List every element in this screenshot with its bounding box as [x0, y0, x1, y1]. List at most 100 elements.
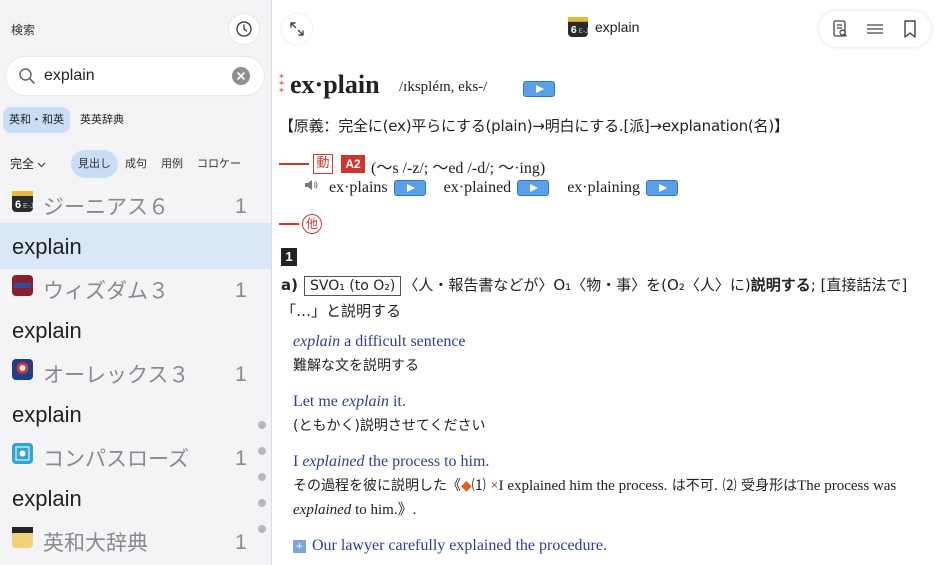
sense-number: 1: [281, 248, 297, 266]
example-text: the process to him.: [364, 453, 490, 470]
result-row[interactable]: explain: [0, 307, 271, 353]
result-count: 1: [235, 195, 247, 218]
scroll-indicator[interactable]: [258, 421, 268, 551]
svg-text:6: 6: [571, 25, 577, 36]
example-en: + Our lawyer carefully explained the proc…: [293, 534, 923, 558]
note-example: The process was: [797, 478, 897, 494]
dictionary-tabs: 英和・和英 英英辞典: [3, 107, 130, 133]
clear-search-button[interactable]: [232, 67, 250, 85]
dictionary-header: コンパスローズ 1: [0, 437, 271, 475]
example-text: Our lawyer carefully explained the proce…: [312, 537, 607, 554]
result-word: explain: [12, 318, 82, 343]
entry-pane: 6 E-J explain * * * ex·plain /ɪkspléɪn, eks…: [272, 0, 937, 565]
tab-eiei[interactable]: 英英辞典: [74, 107, 130, 133]
scroll-dot: [258, 525, 266, 533]
dictionary-name: 英和大辞典: [43, 532, 148, 555]
result-list: 6 E-J ジーニアス６ 1 explain ウィズダム３ 1 explain オ…: [0, 185, 271, 559]
diamond-icon: ◆: [461, 478, 472, 494]
expand-plus-icon[interactable]: +: [293, 539, 306, 553]
match-mode-select[interactable]: 完全: [10, 155, 46, 172]
wisdom-dict-icon: [12, 275, 33, 296]
example-ja: (ともかく)説明させてください: [293, 418, 486, 434]
play-audio-button[interactable]: [517, 180, 550, 197]
scroll-dot: [258, 499, 266, 507]
play-audio-button[interactable]: [523, 81, 555, 97]
etymology: 【原義：完全に(ex)平らにする(plain)→明白にする.[派]→explan…: [279, 117, 789, 135]
filter-row: 完全 見出し 成句 用例 コロケー: [0, 150, 271, 178]
tab-eiwa-waei[interactable]: 英和・和英: [3, 107, 70, 133]
clock-icon: [236, 21, 252, 37]
result-row[interactable]: explain: [0, 223, 271, 269]
entry-toolbar: [819, 11, 931, 47]
dictionary-header: 6 E-J ジーニアス６ 1: [0, 185, 271, 223]
level-badge: A2: [341, 155, 365, 173]
form-text: ex·plains: [329, 179, 388, 196]
note-text: は不可. ⑵ 受身形は: [667, 478, 798, 494]
play-audio-button[interactable]: [646, 180, 679, 197]
result-count: 1: [235, 279, 247, 302]
note-example-keyword: explained: [293, 502, 352, 518]
example-en: explain a difficult sentence: [293, 330, 923, 354]
example-en: Let me explain it.: [293, 390, 923, 414]
menu-button[interactable]: [865, 19, 885, 39]
example-keyword: explain: [293, 333, 341, 350]
note-number: ⑴: [471, 478, 491, 494]
random-house-dict-icon: [12, 527, 33, 548]
pattern-box: SVO₁ (to O₂): [303, 276, 402, 296]
usage-note: その過程を彼に説明した《◆⑴ ×I explained him the proc…: [293, 474, 923, 522]
result-word: explain: [12, 234, 82, 259]
examples: explain a difficult sentence 難解な文を説明する L…: [293, 330, 923, 565]
tab-idiom[interactable]: 成句: [118, 150, 154, 178]
example: I explained the process to him. その過程を彼に説…: [293, 450, 923, 522]
example: Let me explain it. (ともかく)説明させてください: [293, 390, 923, 438]
result-word: explain: [12, 486, 82, 511]
sidebar-header: 検索: [0, 0, 271, 56]
bookmark-button[interactable]: [900, 19, 920, 39]
compass-dict-icon: [12, 443, 33, 464]
example-text: a difficult sentence: [340, 333, 466, 350]
sense-label: a): [281, 276, 298, 294]
result-row[interactable]: explain: [0, 391, 271, 437]
result-word: explain: [12, 402, 82, 427]
scroll-dot: [258, 473, 266, 481]
search-icon: [19, 68, 35, 84]
note-text: その過程を彼に説明した《: [293, 478, 461, 494]
bookmark-icon: [904, 20, 916, 38]
example: explain a difficult sentence 難解な文を説明する: [293, 330, 923, 378]
tab-example[interactable]: 用例: [154, 150, 190, 178]
history-button[interactable]: [229, 14, 259, 44]
lex-dict-icon: [12, 359, 33, 380]
collapsed-example[interactable]: + Our lawyer carefully explained the proc…: [293, 534, 923, 558]
expand-icon: [290, 22, 304, 36]
example-text: it.: [388, 393, 406, 410]
result-row[interactable]: explain: [0, 475, 271, 521]
divider: [279, 223, 299, 225]
match-mode-label: 完全: [10, 157, 35, 171]
expand-button[interactable]: [282, 14, 312, 44]
search-box[interactable]: [6, 57, 264, 95]
dictionary-header: オーレックス３ 1: [0, 353, 271, 391]
dictionary-header: ウィズダム３ 1: [0, 269, 271, 307]
example-keyword: explained: [302, 453, 365, 470]
form-text: ex·plaining: [567, 179, 641, 196]
svg-text:E-J: E-J: [578, 28, 588, 35]
example-text: I: [293, 453, 303, 470]
svg-text:6: 6: [15, 199, 21, 211]
transitive-badge: 他: [302, 214, 322, 234]
importance-star-icon: * * *: [279, 73, 284, 98]
document-search-button[interactable]: [830, 19, 850, 39]
play-audio-button[interactable]: [393, 180, 426, 197]
close-icon: [237, 72, 245, 80]
dictionary-name: コンパスローズ: [43, 448, 189, 471]
example-en: I explained the process to him.: [293, 450, 923, 474]
pronunciation: /ɪkspléɪn, eks-/: [399, 79, 488, 95]
dictionary-header: 英和大辞典 1: [0, 521, 271, 559]
document-search-icon: [833, 20, 847, 37]
incorrect-example: I explained him the process.: [498, 478, 668, 494]
dictionary-name: ウィズダム３: [43, 280, 169, 303]
tab-headword[interactable]: 見出し: [71, 150, 118, 178]
search-input[interactable]: [44, 65, 224, 87]
form-text: ex·plained: [443, 179, 512, 196]
incorrect-mark-icon: ×: [490, 480, 499, 491]
tab-collocation[interactable]: コロケー: [190, 150, 248, 178]
